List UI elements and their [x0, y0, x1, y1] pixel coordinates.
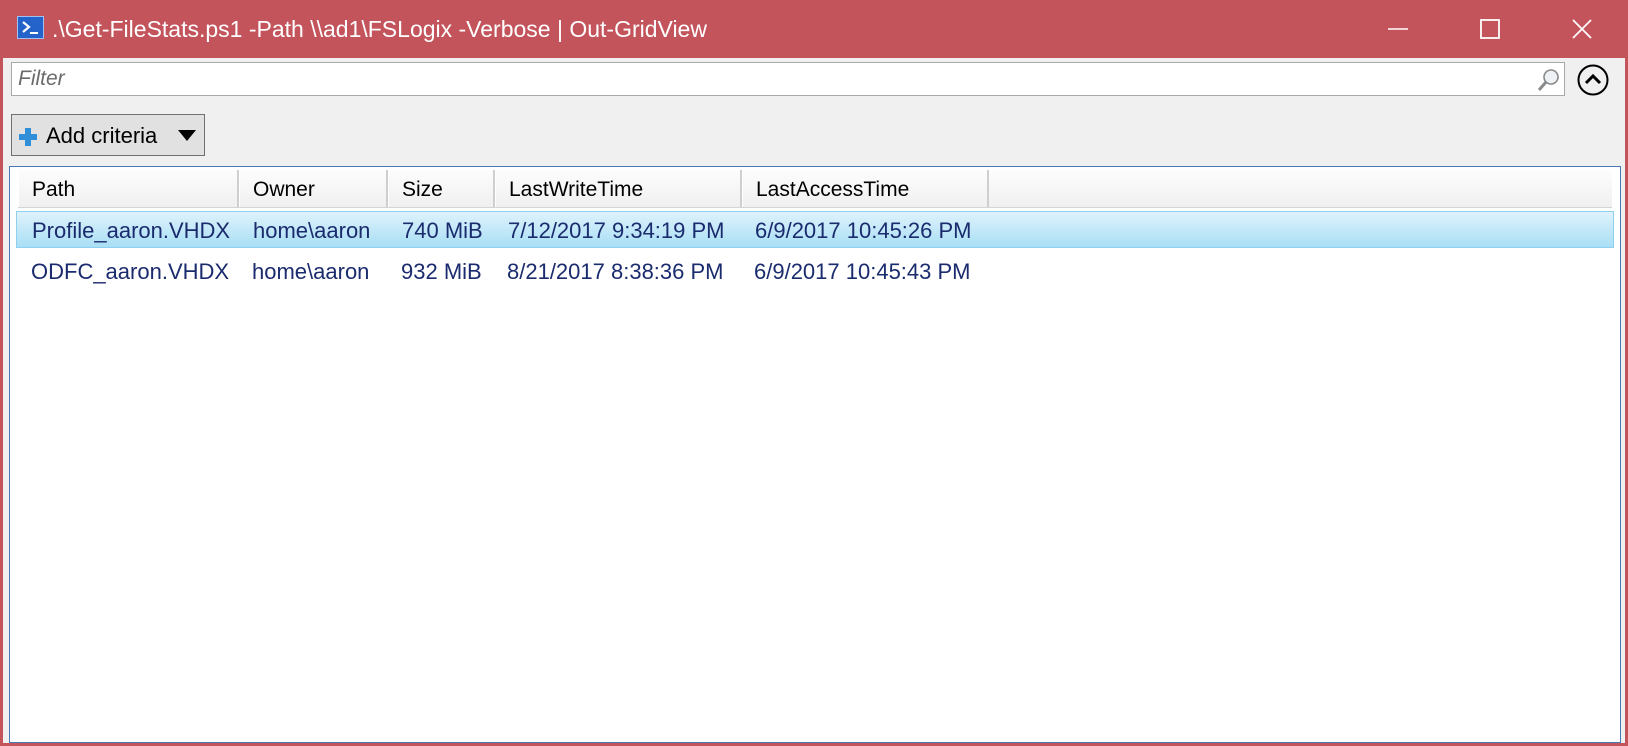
close-button[interactable]	[1536, 0, 1628, 58]
results-grid[interactable]: Path Owner Size LastWriteTime LastAccess…	[9, 166, 1621, 743]
table-row[interactable]: ODFC_aaron.VHDX home\aaron 932 MiB 8/21/…	[16, 253, 1614, 290]
plus-icon	[19, 128, 37, 146]
minimize-button[interactable]	[1352, 0, 1444, 58]
powershell-icon	[17, 16, 44, 39]
minimize-icon	[1388, 28, 1408, 30]
cell-lastwritetime: 7/12/2017 9:34:19 PM	[508, 218, 725, 243]
add-criteria-label: Add criteria	[46, 123, 158, 148]
filter-input[interactable]	[18, 66, 1518, 92]
maximize-button[interactable]	[1444, 0, 1536, 58]
add-criteria-button[interactable]: Add criteria	[11, 114, 205, 156]
cell-owner: home\aaron	[252, 259, 370, 284]
column-header-owner[interactable]: Owner	[239, 170, 388, 207]
cell-size: 740 MiB	[402, 218, 483, 243]
filter-box[interactable]	[11, 62, 1565, 96]
window-title: .\Get-FileStats.ps1 -Path \\ad1\FSLogix …	[52, 16, 707, 42]
maximize-icon	[1480, 19, 1500, 39]
window: .\Get-FileStats.ps1 -Path \\ad1\FSLogix …	[0, 0, 1628, 746]
grid-header: Path Owner Size LastWriteTime LastAccess…	[18, 170, 1612, 208]
column-header-path[interactable]: Path	[18, 170, 239, 207]
chevron-up-circle-icon	[1577, 64, 1609, 96]
cell-path: ODFC_aaron.VHDX	[31, 259, 230, 284]
column-header-size[interactable]: Size	[388, 170, 495, 207]
cell-lastaccesstime: 6/9/2017 10:45:43 PM	[754, 259, 971, 284]
cell-size: 932 MiB	[401, 259, 482, 284]
table-row[interactable]: Profile_aaron.VHDX home\aaron 740 MiB 7/…	[16, 211, 1614, 248]
cell-lastwritetime: 8/21/2017 8:38:36 PM	[507, 259, 724, 284]
collapse-button[interactable]	[1577, 64, 1609, 96]
client-area: Add criteria Path Owner Size LastWriteTi…	[3, 58, 1625, 743]
title-bar[interactable]: .\Get-FileStats.ps1 -Path \\ad1\FSLogix …	[0, 0, 1628, 58]
close-icon	[1572, 19, 1592, 39]
dropdown-caret-icon	[178, 130, 196, 141]
column-header-lastaccesstime[interactable]: LastAccessTime	[742, 170, 989, 207]
cell-owner: home\aaron	[253, 218, 371, 243]
cell-lastaccesstime: 6/9/2017 10:45:26 PM	[755, 218, 972, 243]
cell-path: Profile_aaron.VHDX	[32, 218, 231, 243]
search-icon[interactable]	[1536, 67, 1562, 93]
column-header-lastwritetime[interactable]: LastWriteTime	[495, 170, 742, 207]
